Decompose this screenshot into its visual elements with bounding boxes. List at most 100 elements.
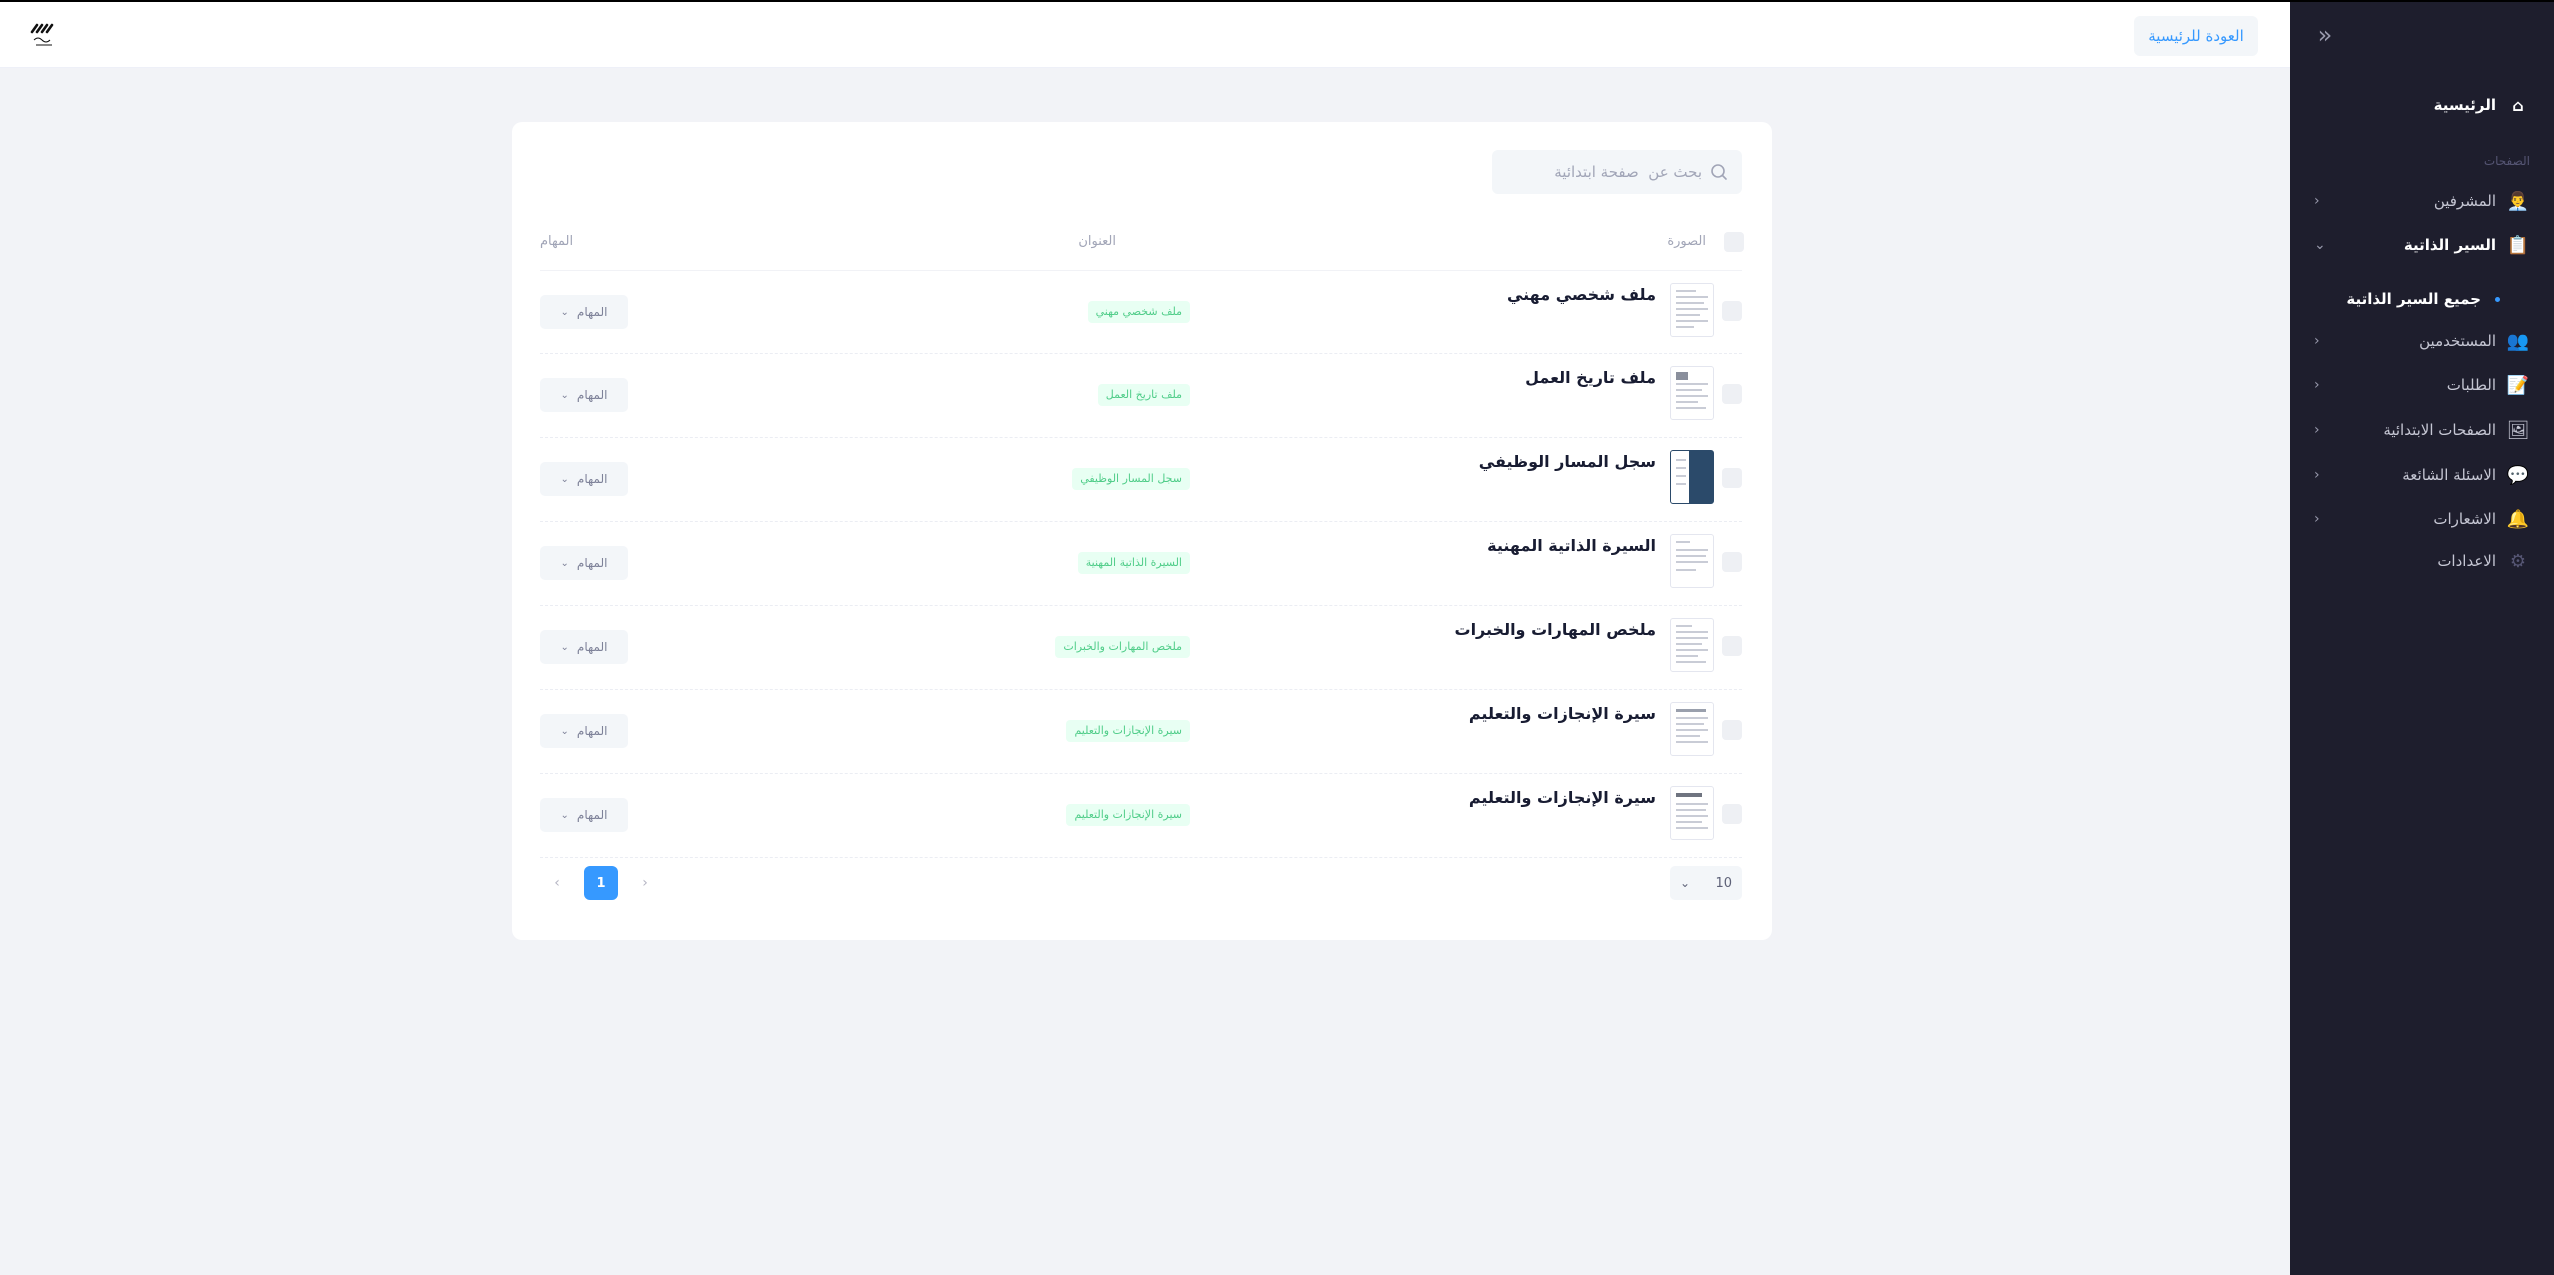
faq-icon: 💬 bbox=[2506, 464, 2530, 486]
tasks-dropdown-button[interactable]: المهام ⌄ bbox=[540, 798, 628, 832]
back-to-home-button[interactable]: العودة للرئيسية bbox=[2134, 16, 2258, 56]
title-badge: ملف شخصي مهني bbox=[1087, 301, 1190, 323]
sidebar-item-users[interactable]: 👥 المستخدمين bbox=[2419, 326, 2530, 356]
search-icon bbox=[1711, 164, 1727, 180]
tasks-label: المهام bbox=[576, 640, 608, 654]
supervisor-icon: 👨‍💼 bbox=[2506, 190, 2530, 212]
chevron-right-icon: › bbox=[2314, 511, 2320, 527]
page-size-select[interactable]: 10 ⌄ bbox=[1670, 866, 1742, 900]
chevron-right-icon: › bbox=[2314, 333, 2320, 349]
sidebar-item-notifications[interactable]: 🔔 الاشعارات bbox=[2433, 504, 2530, 534]
title-badge: سيرة الإنجازات والتعليم bbox=[1066, 720, 1190, 742]
cv-thumbnail[interactable] bbox=[1670, 786, 1714, 840]
chevron-down-icon: ⌄ bbox=[2314, 237, 2326, 253]
pagination: ‹ 1 › bbox=[552, 866, 650, 900]
table-row: السيرة الذاتية المهنية السيرة الذاتية ال… bbox=[540, 522, 1742, 606]
sidebar-item-landing-pages[interactable]: 🖼 الصفحات الابتدائية bbox=[2383, 415, 2530, 445]
tasks-label: المهام bbox=[576, 305, 608, 319]
row-checkbox[interactable] bbox=[1722, 720, 1742, 740]
table-row: سيرة الإنجازات والتعليم سيرة الإنجازات و… bbox=[540, 774, 1742, 858]
column-header-tasks: المهام bbox=[540, 234, 574, 249]
chevron-down-icon: ⌄ bbox=[1680, 876, 1691, 890]
sidebar-item-home[interactable]: ⌂ الرئيسية bbox=[2434, 90, 2530, 120]
bell-icon: 🔔 bbox=[2506, 508, 2530, 530]
orders-icon: 📝 bbox=[2506, 374, 2530, 396]
tasks-dropdown-button[interactable]: المهام ⌄ bbox=[540, 546, 628, 580]
column-header-image: الصورة bbox=[1667, 234, 1706, 249]
cv-thumbnail[interactable] bbox=[1670, 618, 1714, 672]
cv-thumbnail[interactable] bbox=[1670, 702, 1714, 756]
table-row: سجل المسار الوظيفي سجل المسار الوظيفي ال… bbox=[540, 438, 1742, 522]
previous-page-icon[interactable]: › bbox=[640, 875, 650, 891]
tasks-dropdown-button[interactable]: المهام ⌄ bbox=[540, 462, 628, 496]
tasks-label: المهام bbox=[576, 472, 608, 486]
sidebar-subitem-all-cvs[interactable]: جميع السير الذاتية bbox=[2346, 284, 2500, 314]
row-checkbox[interactable] bbox=[1722, 384, 1742, 404]
tasks-dropdown-button[interactable]: المهام ⌄ bbox=[540, 630, 628, 664]
sidebar-item-label: المستخدمين bbox=[2419, 332, 2496, 350]
sidebar-item-label: الصفحات الابتدائية bbox=[2383, 421, 2496, 439]
next-page-icon[interactable]: ‹ bbox=[552, 875, 562, 891]
row-checkbox[interactable] bbox=[1722, 468, 1742, 488]
title-badge: ملف تاريخ العمل bbox=[1097, 384, 1190, 406]
title-badge: السيرة الذاتية المهنية bbox=[1077, 552, 1190, 574]
chevron-down-icon: ⌄ bbox=[560, 473, 569, 485]
tasks-label: المهام bbox=[576, 808, 608, 822]
sidebar: » ⌂ الرئيسية الصفحات 👨‍💼 المشرفين › 📋 ال… bbox=[2290, 0, 2554, 1275]
tasks-dropdown-button[interactable]: المهام ⌄ bbox=[540, 714, 628, 748]
tasks-label: المهام bbox=[576, 388, 608, 402]
tasks-dropdown-button[interactable]: المهام ⌄ bbox=[540, 295, 628, 329]
search-box[interactable] bbox=[1492, 150, 1742, 194]
row-checkbox[interactable] bbox=[1722, 636, 1742, 656]
page-size-value: 10 bbox=[1715, 875, 1732, 891]
logo[interactable] bbox=[28, 22, 60, 50]
sidebar-section-label: الصفحات bbox=[2483, 154, 2530, 168]
row-title: ملف تاريخ العمل bbox=[1525, 368, 1656, 387]
sidebar-item-label: المشرفين bbox=[2433, 192, 2496, 210]
title-badge: ملخص المهارات والخبرات bbox=[1055, 636, 1190, 658]
chevron-down-icon: ⌄ bbox=[560, 641, 569, 653]
row-title: السيرة الذاتية المهنية bbox=[1487, 536, 1656, 555]
row-title: ملخص المهارات والخبرات bbox=[1454, 620, 1656, 639]
sidebar-item-faq[interactable]: 💬 الاسئلة الشائعة bbox=[2402, 460, 2530, 490]
table-row: سيرة الإنجازات والتعليم سيرة الإنجازات و… bbox=[540, 690, 1742, 774]
column-header-title: العنوان bbox=[1078, 234, 1116, 249]
chevron-right-icon: › bbox=[2314, 467, 2320, 483]
sidebar-item-settings[interactable]: ⚙ الاعدادات bbox=[2437, 546, 2530, 576]
row-title: سجل المسار الوظيفي bbox=[1478, 452, 1656, 471]
chevron-down-icon: ⌄ bbox=[560, 389, 569, 401]
sidebar-item-supervisors[interactable]: 👨‍💼 المشرفين bbox=[2434, 186, 2530, 216]
cv-thumbnail[interactable] bbox=[1670, 534, 1714, 588]
search-input[interactable] bbox=[1502, 150, 1702, 194]
landing-pages-icon: 🖼 bbox=[2506, 419, 2530, 441]
chevron-down-icon: ⌄ bbox=[560, 809, 569, 821]
row-title: ملف شخصي مهني bbox=[1506, 285, 1656, 304]
page-number-button[interactable]: 1 bbox=[584, 866, 618, 900]
chevron-down-icon: ⌄ bbox=[560, 306, 569, 318]
sidebar-item-label: الاعدادات bbox=[2437, 552, 2496, 570]
sidebar-subitem-label: جميع السير الذاتية bbox=[2346, 290, 2481, 308]
cv-thumbnail[interactable] bbox=[1670, 283, 1714, 337]
collapse-sidebar-icon[interactable]: » bbox=[2312, 22, 2338, 48]
select-all-checkbox[interactable] bbox=[1724, 232, 1744, 252]
row-checkbox[interactable] bbox=[1722, 804, 1742, 824]
table-row: ملف تاريخ العمل ملف تاريخ العمل المهام ⌄ bbox=[540, 354, 1742, 438]
landing-pages-card: الصورة العنوان المهام ملف شخصي مهني ملف … bbox=[512, 122, 1772, 940]
cv-thumbnail[interactable] bbox=[1670, 450, 1714, 504]
gear-icon: ⚙ bbox=[2509, 550, 2527, 572]
cv-icon: 📋 bbox=[2506, 234, 2530, 256]
tasks-dropdown-button[interactable]: المهام ⌄ bbox=[540, 378, 628, 412]
row-checkbox[interactable] bbox=[1722, 301, 1742, 321]
top-header: العودة للرئيسية bbox=[0, 0, 2290, 68]
table-row: ملف شخصي مهني ملف شخصي مهني المهام ⌄ bbox=[540, 270, 1742, 354]
row-checkbox[interactable] bbox=[1722, 552, 1742, 572]
sidebar-item-label: الاشعارات bbox=[2433, 510, 2496, 528]
sidebar-item-label: الاسئلة الشائعة bbox=[2402, 466, 2496, 484]
chevron-right-icon: › bbox=[2314, 193, 2320, 209]
cv-thumbnail[interactable] bbox=[1670, 366, 1714, 420]
sidebar-item-cvs[interactable]: 📋 السير الذاتية bbox=[2404, 230, 2530, 260]
row-title: سيرة الإنجازات والتعليم bbox=[1468, 788, 1656, 807]
sidebar-item-orders[interactable]: 📝 الطلبات bbox=[2447, 370, 2530, 400]
sidebar-item-label: الرئيسية bbox=[2433, 96, 2496, 114]
home-icon: ⌂ bbox=[2512, 95, 2524, 115]
